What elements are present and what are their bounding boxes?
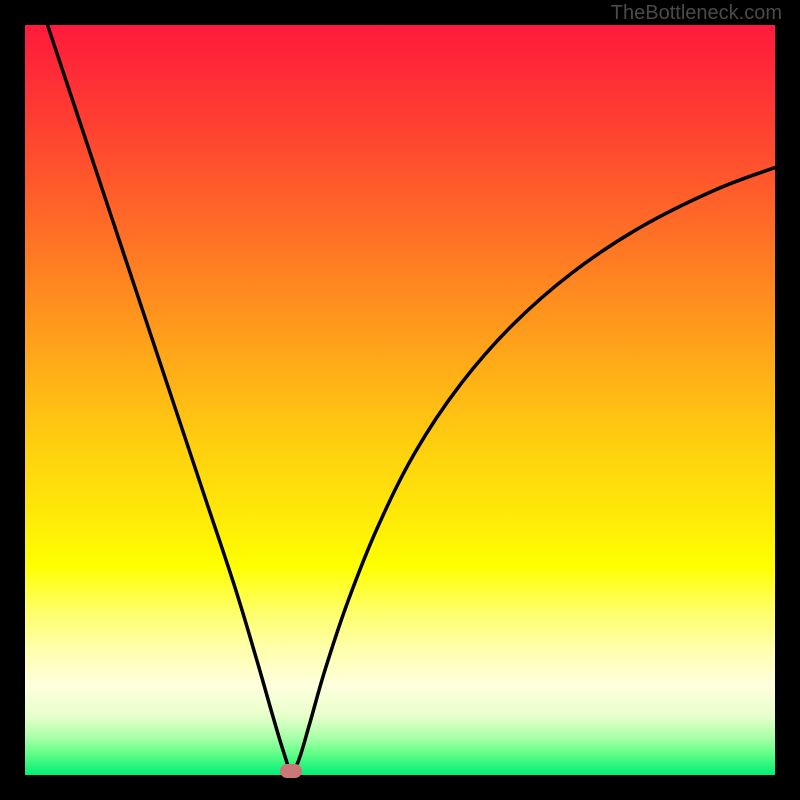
bottleneck-curve	[48, 25, 776, 772]
curve-svg	[25, 25, 775, 775]
watermark-text: TheBottleneck.com	[611, 2, 782, 25]
optimal-point-marker	[280, 764, 302, 778]
chart-area	[25, 25, 775, 775]
